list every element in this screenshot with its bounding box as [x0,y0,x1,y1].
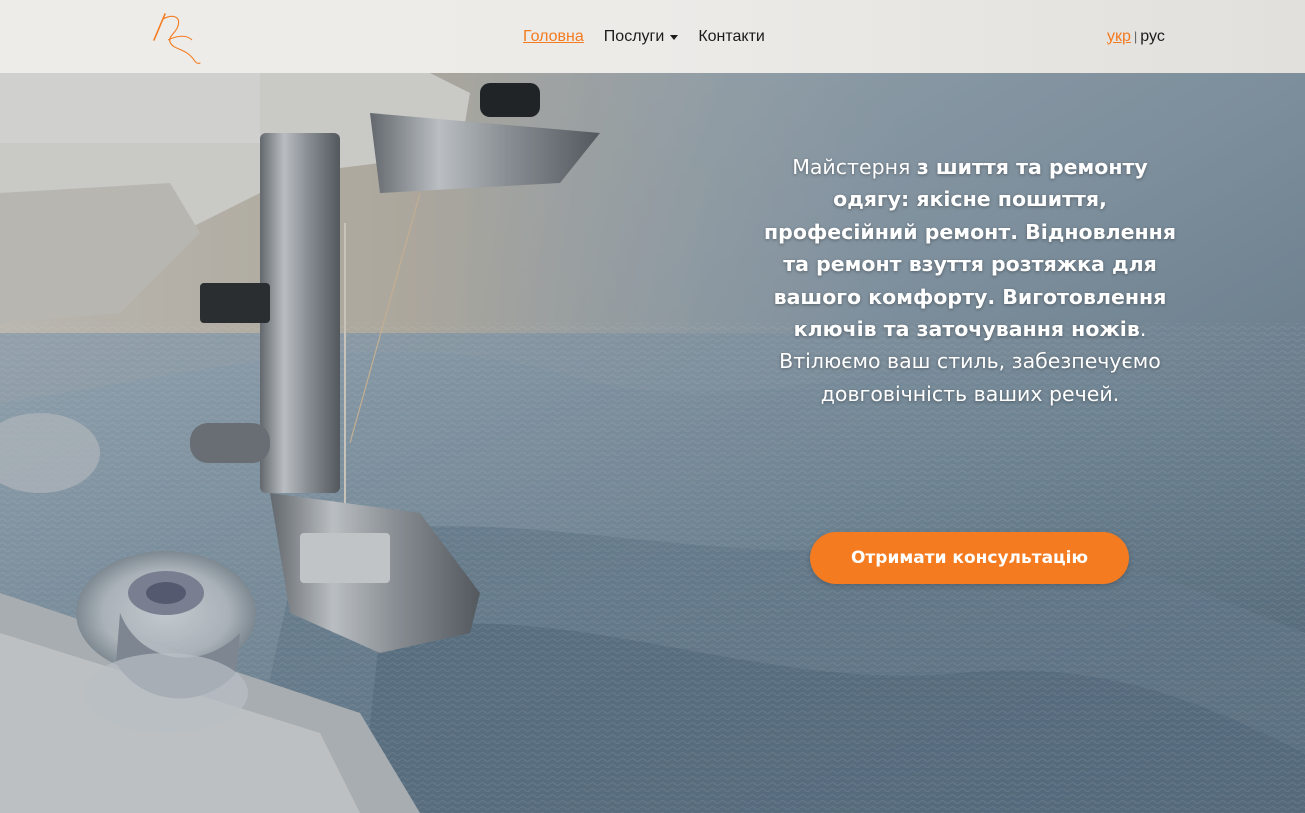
hero-text-intro: Майстерня [792,155,917,179]
hero-text-bold: з шиття та ремонту одягу: якісне пошиття… [764,155,1176,342]
lang-ukr-link[interactable]: укр [1107,28,1131,46]
hero-section: Майстерня з шиття та ремонту одягу: якіс… [0,73,1305,813]
main-nav: Головна Послуги Контакти [523,0,765,73]
nav-contacts-link[interactable]: Контакти [698,28,765,46]
language-switcher: укр | рус [1107,0,1165,73]
lang-rus-link[interactable]: рус [1140,28,1165,46]
get-consultation-button[interactable]: Отримати консультацію [810,532,1129,584]
site-header: Головна Послуги Контакти укр | рус [0,0,1305,73]
logo-needle-thread-icon[interactable] [148,10,204,66]
hero-description: Майстерня з шиття та ремонту одягу: якіс… [760,151,1180,410]
nav-services-label[interactable]: Послуги [604,28,665,46]
chevron-down-icon [670,35,679,40]
page: Головна Послуги Контакти укр | рус Майст… [0,0,1305,813]
nav-services-dropdown[interactable]: Послуги [604,28,679,46]
lang-separator: | [1133,29,1138,44]
nav-home-link[interactable]: Головна [523,28,584,46]
